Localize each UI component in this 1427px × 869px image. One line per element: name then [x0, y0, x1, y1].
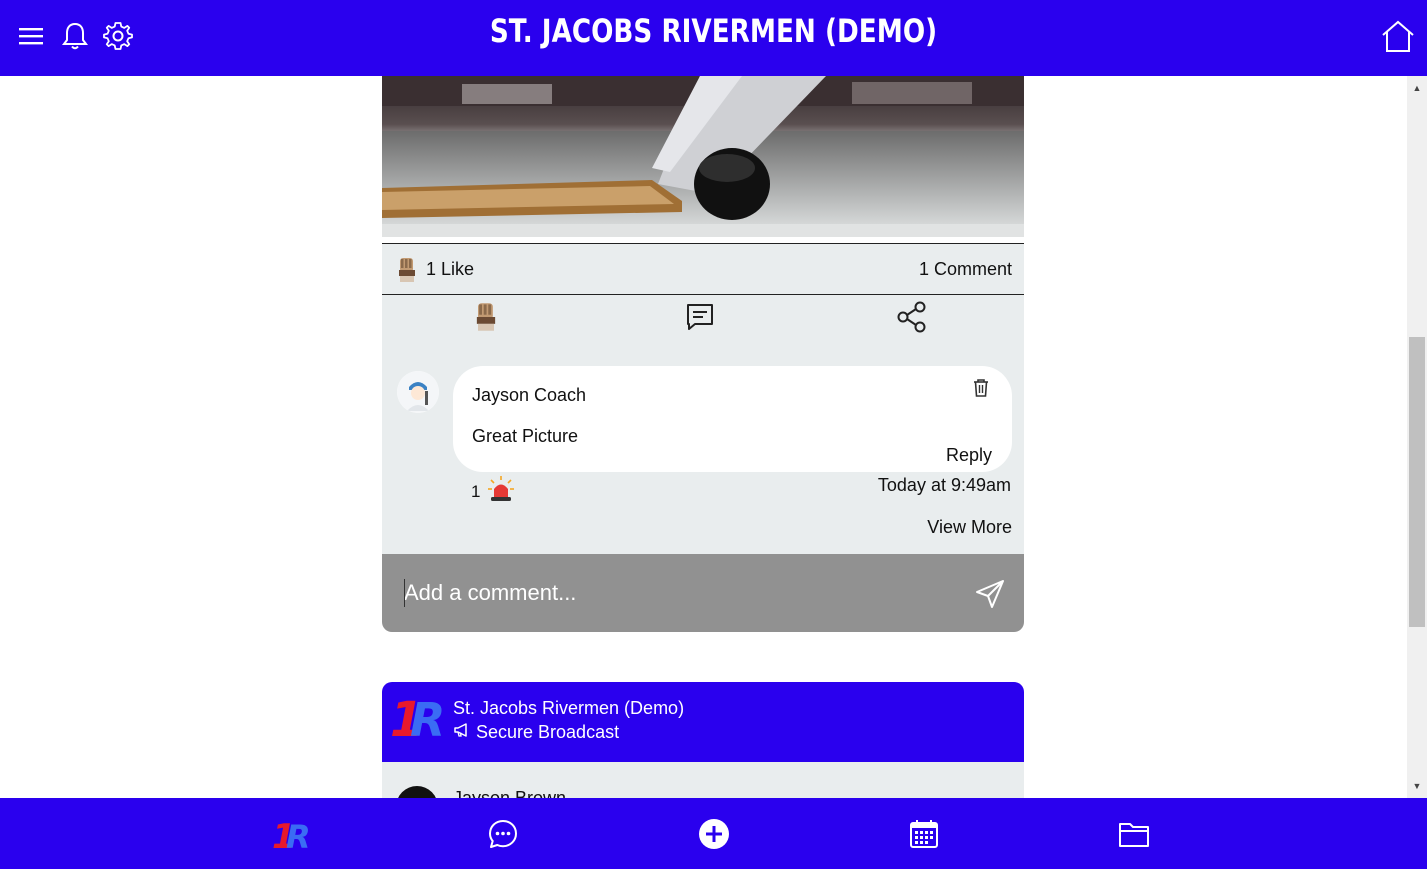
- top-app-bar: ST. JACOBS RIVERMEN (DEMO): [0, 0, 1427, 76]
- team-logo[interactable]: 1R: [390, 690, 450, 748]
- megaphone-icon: [453, 722, 471, 743]
- post-photo[interactable]: [382, 76, 1024, 237]
- page-scrollbar[interactable]: ▲ ▼: [1407, 76, 1427, 798]
- glove-like-icon: [396, 256, 418, 289]
- broadcast-post-body: Jayson Brown: [382, 762, 1024, 802]
- post-stats-bar: 1 Like 1 Comment: [382, 243, 1024, 295]
- svg-text:R: R: [286, 818, 311, 853]
- glove-like-icon[interactable]: [468, 299, 504, 335]
- reaction-count: 1: [471, 482, 481, 501]
- folder-icon[interactable]: [1112, 812, 1156, 856]
- scroll-up-arrow-icon[interactable]: ▲: [1407, 78, 1427, 98]
- comments-count[interactable]: 1 Comment: [919, 259, 1012, 280]
- chat-icon[interactable]: [481, 812, 525, 856]
- comment-author[interactable]: Jayson Coach: [472, 385, 586, 406]
- comment-timestamp: Today at 9:49am: [877, 475, 1011, 495]
- page-title: ST. JACOBS RIVERMEN (DEMO): [489, 12, 938, 50]
- calendar-icon[interactable]: [902, 812, 946, 856]
- reply-button[interactable]: Reply: [946, 445, 992, 466]
- comment-input[interactable]: [404, 576, 964, 610]
- text-caret: [404, 579, 405, 607]
- home-icon[interactable]: [1380, 18, 1416, 54]
- broadcast-label: Secure Broadcast: [476, 722, 620, 742]
- comment-input-bar: [382, 554, 1024, 632]
- trash-icon[interactable]: [972, 378, 994, 400]
- comment-bubble: Jayson Coach Great Picture Reply: [453, 366, 1012, 472]
- menu-icon[interactable]: [16, 18, 46, 54]
- post-comments-panel: Jayson Coach Great Picture Reply 1 Today…: [382, 295, 1024, 554]
- svg-text:R: R: [410, 693, 445, 742]
- add-icon[interactable]: [692, 812, 736, 856]
- share-icon[interactable]: [894, 299, 930, 335]
- team-logo[interactable]: 1R: [272, 812, 318, 856]
- comment-text: Great Picture: [472, 426, 579, 446]
- scroll-down-arrow-icon[interactable]: ▼: [1407, 776, 1427, 796]
- scrollbar-thumb[interactable]: [1409, 337, 1425, 627]
- likes-count[interactable]: 1 Like: [426, 259, 474, 280]
- commenter-avatar[interactable]: [397, 371, 439, 413]
- bell-icon[interactable]: [60, 18, 90, 54]
- comment-icon[interactable]: [682, 299, 718, 335]
- bottom-navigation: 1R: [0, 798, 1427, 869]
- siren-icon[interactable]: [486, 475, 516, 508]
- broadcast-type: Secure Broadcast: [453, 722, 619, 743]
- broadcast-post-header: 1R St. Jacobs Rivermen (Demo) Secure Bro…: [382, 682, 1024, 762]
- broadcast-team-name[interactable]: St. Jacobs Rivermen (Demo): [453, 698, 684, 719]
- send-icon[interactable]: [974, 578, 1006, 610]
- view-more-link[interactable]: View More: [927, 517, 1012, 538]
